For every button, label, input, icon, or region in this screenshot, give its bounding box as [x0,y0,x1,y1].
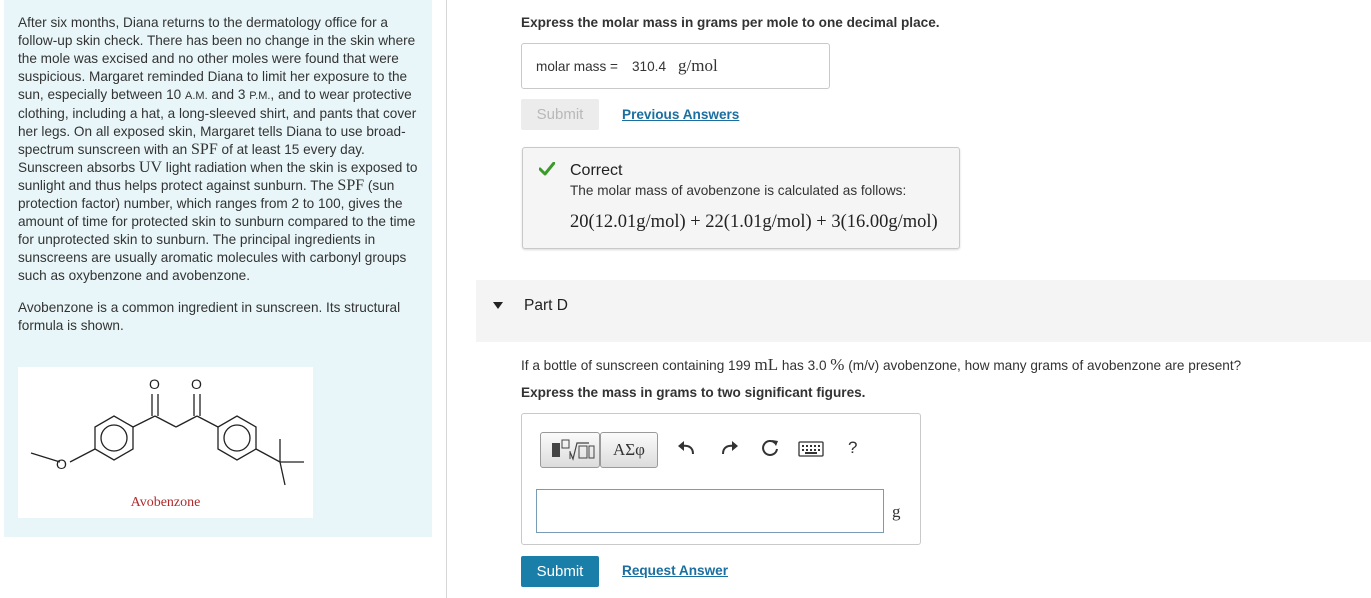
answer-label: molar mass = [536,59,618,74]
partc-submit-button[interactable]: Submit [521,99,599,130]
math-toolbar: ΑΣφ ? [540,430,905,468]
column-divider [446,0,447,598]
templates-icon [552,439,595,461]
reset-icon[interactable] [760,438,780,458]
partd-instruction: Express the mass in grams to two signifi… [521,385,866,400]
atom-label-oxygen: O [56,456,67,472]
spf-term: SPF [337,177,365,194]
input-unit-label: g [892,502,901,521]
structure-caption: Avobenzone [130,495,201,510]
passage-panel: After six months, Diana returns to the d… [4,0,432,537]
time-pm: P.M. [249,90,271,102]
answer-unit: g/mol [678,56,718,75]
redo-icon[interactable] [721,440,739,456]
partd-submit-button[interactable]: Submit [521,556,599,587]
feedback-message: The molar mass of avobenzone is calculat… [570,183,907,198]
feedback-title: Correct [570,162,623,179]
feedback-equation: 20(12.01g/mol) + 22(1.01g/mol) + 3(16.00… [570,212,938,232]
spf-term: SPF [191,141,218,158]
passage-paragraph-1: After six months, Diana returns to the d… [18,14,423,285]
avobenzone-structure: O O O Avobenzone [18,367,313,518]
answer-editor: ΑΣφ ? g [521,413,921,545]
partc-instruction: Express the molar mass in grams per mole… [521,15,940,30]
atom-label-oxygen: O [191,376,202,392]
answer-value: 310.4 [632,59,667,74]
uv-term: UV [138,159,163,176]
partd-label: Part D [524,297,568,314]
previous-answers-link[interactable]: Previous Answers [622,107,739,122]
partd-question: If a bottle of sunscreen containing 199 … [521,355,1241,375]
help-button[interactable]: ? [848,438,857,458]
partd-header[interactable]: Part D [476,280,1371,342]
symbols-button[interactable]: ΑΣφ [600,432,658,468]
templates-button[interactable] [540,432,600,468]
passage-text-segment: and 3 [207,87,250,102]
question-text-segment: If a bottle of sunscreen containing 199 [521,358,755,373]
passage-paragraph-2: Avobenzone is a common ingredient in sun… [18,300,401,333]
atom-label-oxygen: O [149,376,160,392]
checkmark-icon [539,162,555,176]
collapse-triangle-icon[interactable] [493,302,503,309]
time-am: A.M. [185,90,208,102]
volume-unit: mL [754,355,779,374]
question-text-segment: (m/v) avobenzone, how many grams of avob… [844,358,1242,373]
question-text-segment: has 3.0 [778,358,831,373]
request-answer-link[interactable]: Request Answer [622,563,728,578]
percent-symbol: % [830,355,845,374]
keyboard-icon[interactable] [798,441,824,457]
undo-icon[interactable] [677,440,695,456]
feedback-correct: Correct The molar mass of avobenzone is … [522,147,960,249]
partc-answer-display: molar mass = 310.4 g/mol [521,43,830,89]
passage-text: After six months, Diana returns to the d… [18,14,423,335]
mass-answer-input[interactable] [536,489,884,533]
